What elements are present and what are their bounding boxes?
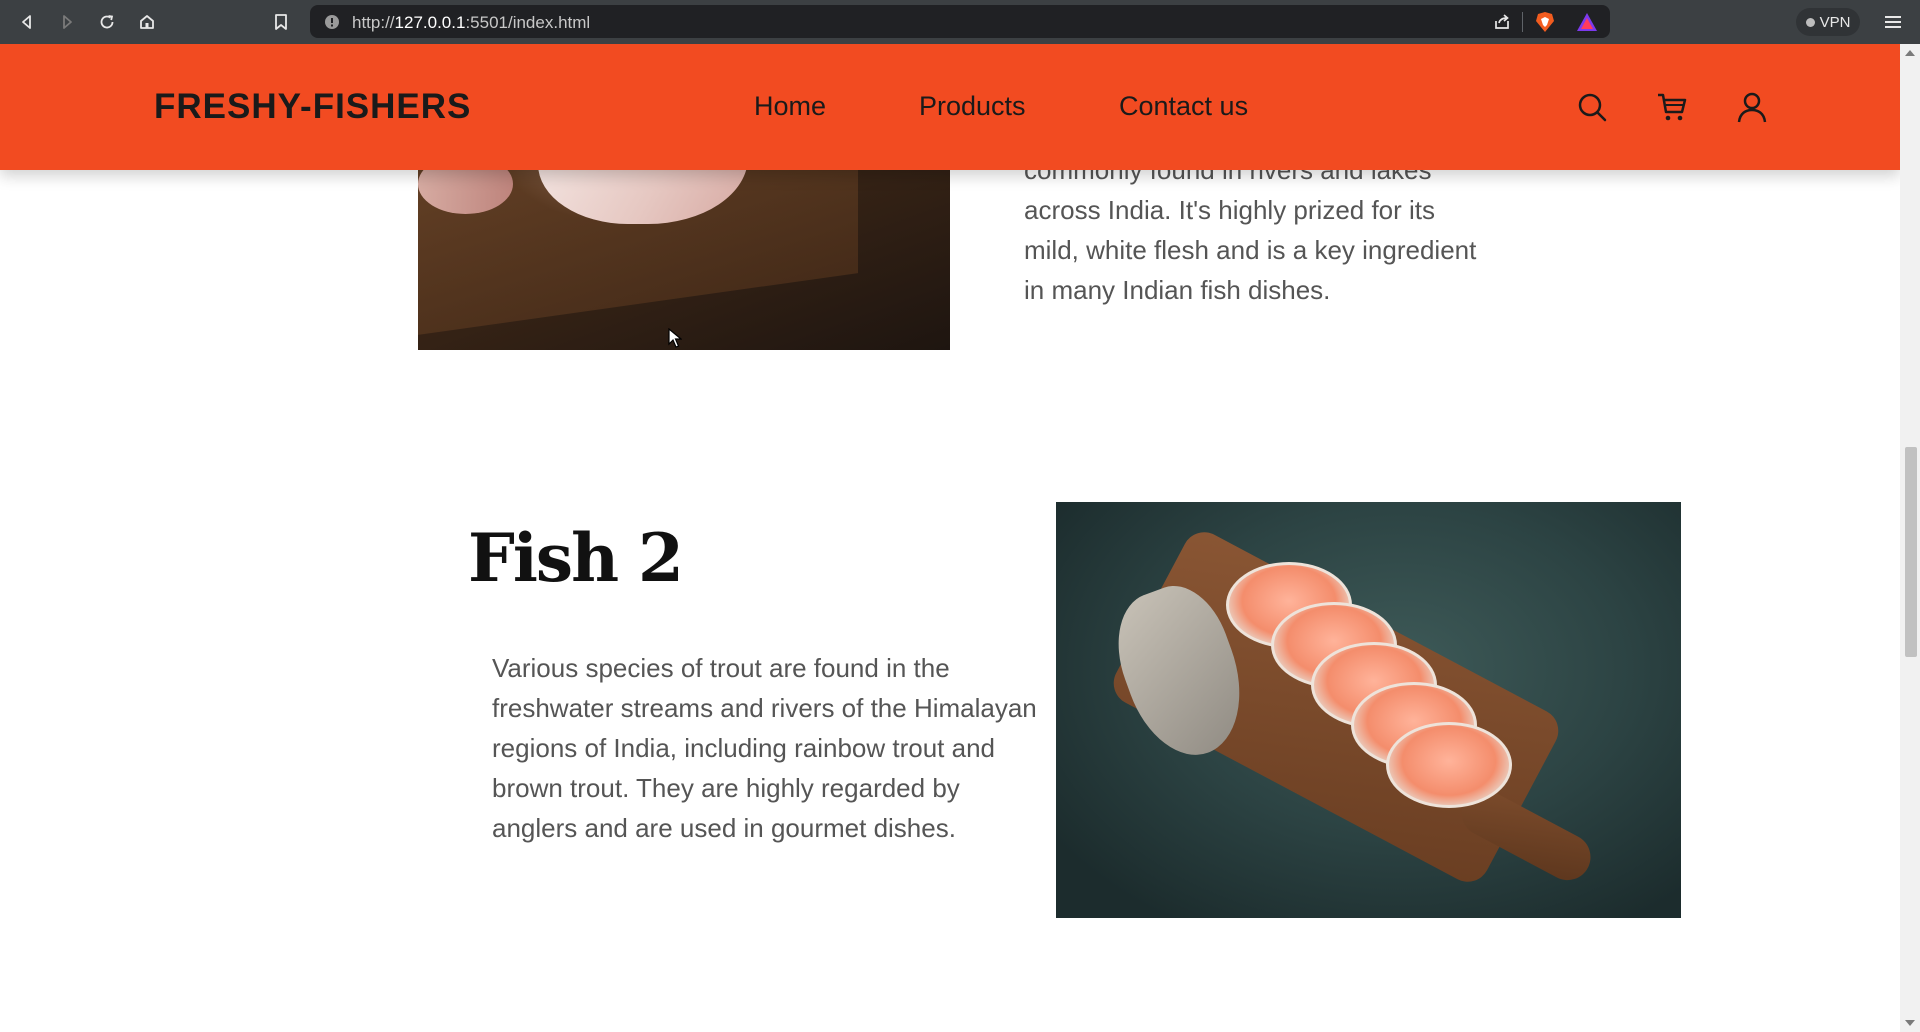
url-text[interactable]: http://127.0.0.1:5501/index.html bbox=[352, 13, 590, 33]
scroll-down-icon[interactable] bbox=[1905, 1020, 1915, 1026]
menu-icon[interactable] bbox=[1880, 9, 1906, 35]
scroll-thumb[interactable] bbox=[1905, 447, 1917, 657]
vpn-status-icon bbox=[1805, 17, 1815, 27]
cart-icon[interactable] bbox=[1654, 89, 1690, 125]
reload-icon[interactable] bbox=[94, 9, 120, 35]
brave-rewards-icon[interactable] bbox=[1576, 11, 1598, 33]
page-viewport: commonly found in rivers and lakes acros… bbox=[0, 44, 1900, 1032]
user-icon[interactable] bbox=[1734, 89, 1770, 125]
search-icon[interactable] bbox=[1574, 89, 1610, 125]
nav-home[interactable]: Home bbox=[754, 91, 826, 122]
fish-1-description: commonly found in rivers and lakes acros… bbox=[1024, 155, 1477, 305]
home-icon[interactable] bbox=[134, 9, 160, 35]
back-icon[interactable] bbox=[14, 9, 40, 35]
address-bar[interactable]: http://127.0.0.1:5501/index.html bbox=[310, 5, 1610, 38]
page-scrollbar[interactable] bbox=[1900, 44, 1920, 1032]
brand-logo[interactable]: FRESHY-FISHERS bbox=[154, 87, 471, 127]
browser-toolbar: http://127.0.0.1:5501/index.html VPN bbox=[0, 0, 1920, 44]
brave-shields-icon[interactable] bbox=[1534, 11, 1556, 33]
divider bbox=[1522, 12, 1523, 32]
vpn-button[interactable]: VPN bbox=[1796, 8, 1860, 36]
vpn-label: VPN bbox=[1819, 13, 1851, 31]
share-icon[interactable] bbox=[1492, 12, 1512, 32]
fish-2-image bbox=[1056, 502, 1681, 918]
forward-icon[interactable] bbox=[54, 9, 80, 35]
scroll-up-icon[interactable] bbox=[1905, 50, 1915, 56]
nav-contact[interactable]: Contact us bbox=[1119, 91, 1248, 122]
fish-2-title: Fish 2 bbox=[468, 519, 684, 597]
bookmark-icon[interactable] bbox=[268, 9, 294, 35]
site-header: FRESHY-FISHERS Home Products Contact us bbox=[0, 44, 1900, 170]
site-info-icon[interactable] bbox=[324, 14, 340, 30]
cursor-icon bbox=[668, 328, 682, 348]
nav-products[interactable]: Products bbox=[919, 91, 1026, 122]
fish-2-description: Various species of trout are found in th… bbox=[492, 653, 1037, 843]
